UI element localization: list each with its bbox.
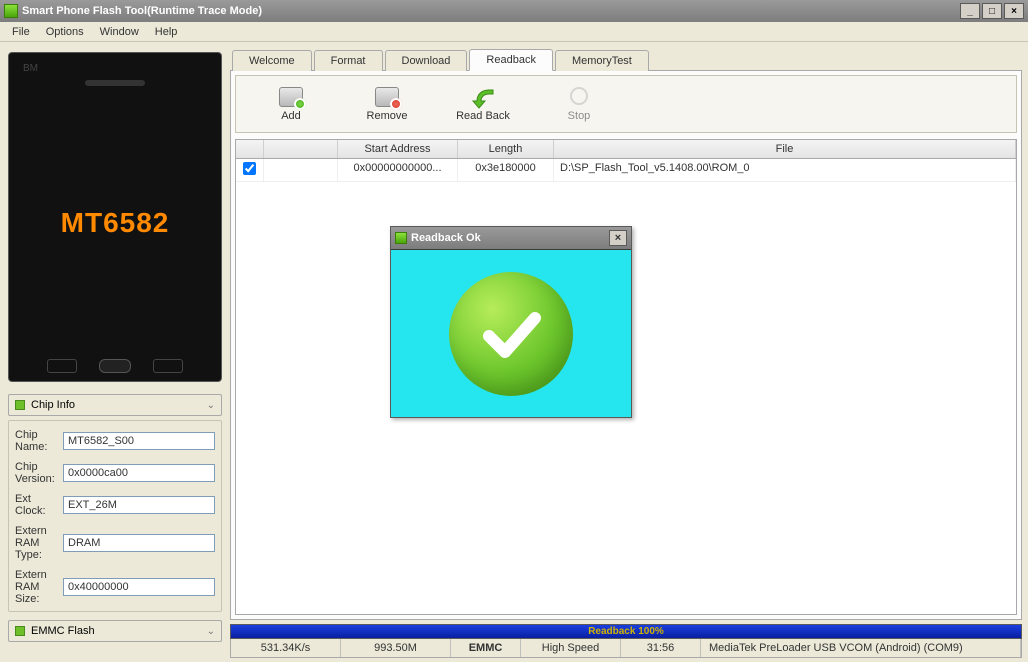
tab-readback[interactable]: Readback bbox=[469, 49, 553, 71]
left-panel: BM MT6582 Chip Info ⌄ Chip Name: Chip Ve… bbox=[0, 42, 230, 662]
row-start: 0x00000000000... bbox=[338, 159, 458, 181]
stop-button[interactable]: Stop bbox=[534, 79, 624, 129]
status-mode: High Speed bbox=[521, 639, 621, 657]
toolbar: Add Remove Read Back Stop bbox=[235, 75, 1017, 133]
close-button[interactable]: × bbox=[1004, 3, 1024, 19]
tab-bar: Welcome Format Download Readback MemoryT… bbox=[232, 48, 1022, 70]
emmc-flash-title: EMMC Flash bbox=[31, 625, 95, 637]
status-bar: Readback 100% 531.34K/s 993.50M EMMC Hig… bbox=[230, 624, 1022, 658]
chip-version-label: Chip Version: bbox=[15, 461, 63, 485]
ram-size-field[interactable] bbox=[63, 578, 215, 596]
status-speed: 531.34K/s bbox=[231, 639, 341, 657]
dialog-icon bbox=[395, 232, 407, 244]
chip-info-box: Chip Name: Chip Version: Ext Clock: Exte… bbox=[8, 420, 222, 612]
remove-button[interactable]: Remove bbox=[342, 79, 432, 129]
chip-name-field[interactable] bbox=[63, 432, 215, 450]
chip-version-field[interactable] bbox=[63, 464, 215, 482]
chip-name-label: Chip Name: bbox=[15, 429, 63, 453]
phone-chip-label: MT6582 bbox=[61, 207, 170, 239]
stop-icon bbox=[567, 87, 591, 107]
tab-welcome[interactable]: Welcome bbox=[232, 50, 312, 71]
dialog-title: Readback Ok bbox=[411, 232, 481, 244]
collapse-icon: ⌄ bbox=[207, 400, 215, 411]
readback-button[interactable]: Read Back bbox=[438, 79, 528, 129]
phone-preview: BM MT6582 bbox=[8, 52, 222, 382]
status-device: MediaTek PreLoader USB VCOM (Android) (C… bbox=[701, 639, 1021, 657]
add-button[interactable]: Add bbox=[246, 79, 336, 129]
chip-info-title: Chip Info bbox=[31, 399, 75, 411]
table-header: Start Address Length File bbox=[236, 140, 1016, 159]
ram-type-label: Extern RAM Type: bbox=[15, 525, 63, 561]
dialog-body bbox=[391, 249, 631, 417]
phone-brand: BM bbox=[23, 63, 38, 74]
col-index bbox=[264, 140, 338, 158]
menu-options[interactable]: Options bbox=[38, 24, 92, 40]
remove-icon bbox=[375, 87, 399, 107]
ext-clock-label: Ext Clock: bbox=[15, 493, 63, 517]
dialog-close-button[interactable]: × bbox=[609, 230, 627, 246]
status-size: 993.50M bbox=[341, 639, 451, 657]
chip-info-header[interactable]: Chip Info ⌄ bbox=[8, 394, 222, 416]
ram-size-label: Extern RAM Size: bbox=[15, 569, 63, 605]
readback-arrow-icon bbox=[471, 87, 495, 107]
status-time: 31:56 bbox=[621, 639, 701, 657]
menu-window[interactable]: Window bbox=[92, 24, 147, 40]
ram-type-field[interactable] bbox=[63, 534, 215, 552]
phone-buttons bbox=[47, 359, 183, 373]
row-index bbox=[264, 159, 338, 181]
tab-memorytest[interactable]: MemoryTest bbox=[555, 50, 649, 71]
menu-bar: File Options Window Help bbox=[0, 22, 1028, 42]
col-checkbox bbox=[236, 140, 264, 158]
tab-download[interactable]: Download bbox=[385, 50, 468, 71]
progress-bar: Readback 100% bbox=[230, 624, 1022, 639]
phone-back-icon bbox=[153, 359, 183, 373]
minimize-button[interactable]: _ bbox=[960, 3, 980, 19]
window-title: Smart Phone Flash Tool(Runtime Trace Mod… bbox=[22, 5, 262, 17]
collapse-icon: ⌄ bbox=[207, 626, 215, 637]
app-icon bbox=[4, 4, 18, 18]
row-file: D:\SP_Flash_Tool_v5.1408.00\ROM_0 bbox=[554, 159, 1016, 181]
ext-clock-field[interactable] bbox=[63, 496, 215, 514]
success-check-icon bbox=[449, 272, 573, 396]
maximize-button[interactable]: □ bbox=[982, 3, 1002, 19]
tab-format[interactable]: Format bbox=[314, 50, 383, 71]
col-start-address: Start Address bbox=[338, 140, 458, 158]
status-storage: EMMC bbox=[451, 639, 521, 657]
row-length: 0x3e180000 bbox=[458, 159, 554, 181]
row-checkbox[interactable] bbox=[243, 162, 256, 175]
phone-home-icon bbox=[99, 359, 131, 373]
dialog-titlebar[interactable]: Readback Ok × bbox=[391, 227, 631, 249]
chip-icon bbox=[15, 400, 25, 410]
table-row[interactable]: 0x00000000000... 0x3e180000 D:\SP_Flash_… bbox=[236, 159, 1016, 182]
title-bar: Smart Phone Flash Tool(Runtime Trace Mod… bbox=[0, 0, 1028, 22]
col-length: Length bbox=[458, 140, 554, 158]
col-file: File bbox=[554, 140, 1016, 158]
menu-help[interactable]: Help bbox=[147, 24, 186, 40]
add-icon bbox=[279, 87, 303, 107]
menu-file[interactable]: File bbox=[4, 24, 38, 40]
emmc-icon bbox=[15, 626, 25, 636]
readback-ok-dialog: Readback Ok × bbox=[390, 226, 632, 418]
emmc-flash-header[interactable]: EMMC Flash ⌄ bbox=[8, 620, 222, 642]
phone-menu-icon bbox=[47, 359, 77, 373]
